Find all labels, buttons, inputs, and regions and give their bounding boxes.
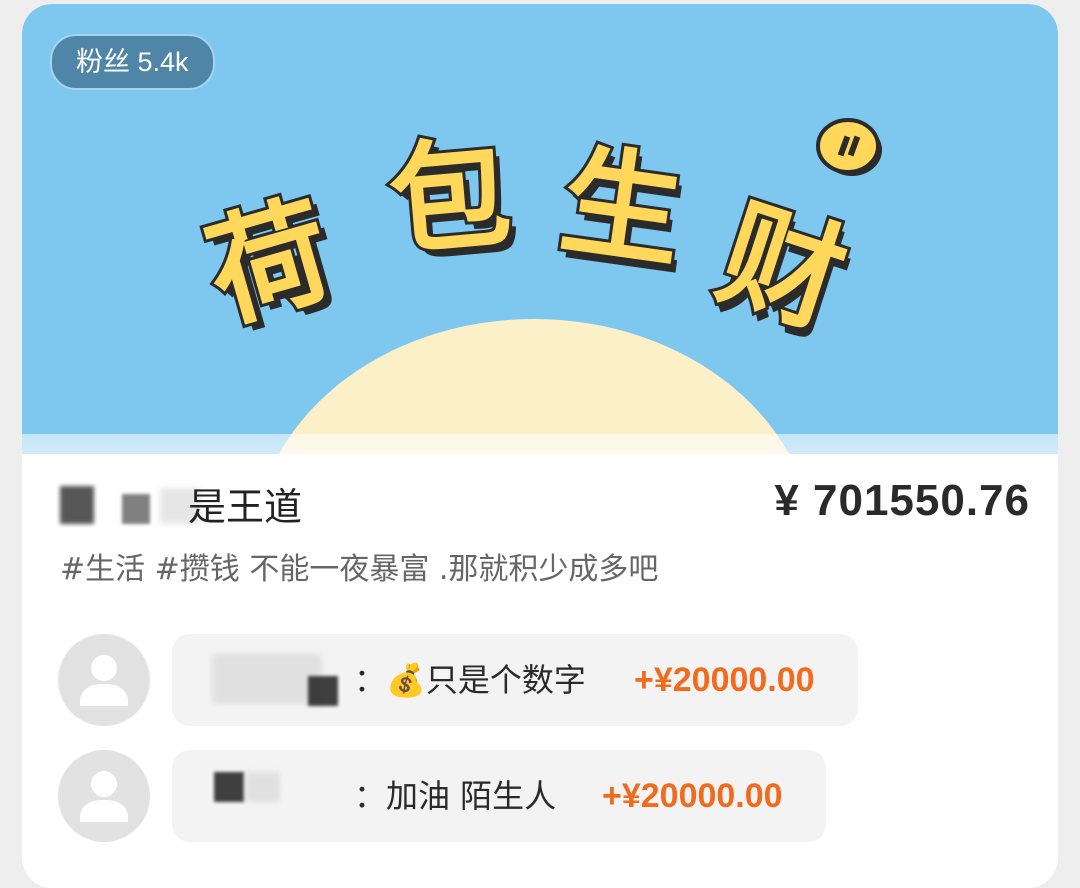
title-char-2: 包 — [381, 121, 519, 276]
fund-card[interactable]: 粉丝 5.4k 荷 包 生 财 是王道 ¥ 701550.76 #生活 #攒钱 … — [22, 4, 1058, 888]
cover-banner: 粉丝 5.4k 荷 包 生 财 — [22, 4, 1058, 454]
title-char-4: 财 — [701, 181, 864, 356]
user-avatar-icon — [80, 655, 128, 706]
user-avatar-icon — [80, 771, 128, 822]
redacted-block — [122, 494, 150, 524]
name-row: 是王道 ¥ 701550.76 — [60, 472, 1030, 536]
title-char-3: 生 — [550, 128, 694, 288]
redacted-block — [246, 772, 280, 802]
comment-text: ：💰只是个数字 — [354, 661, 586, 699]
comment-amount: +¥20000.00 — [634, 661, 815, 699]
comment-bubble[interactable]: ：💰只是个数字 +¥20000.00 — [172, 634, 858, 726]
title-char-1: 荷 — [190, 177, 350, 350]
coin-icon — [816, 118, 882, 176]
redacted-block — [308, 676, 338, 706]
redacted-block — [212, 654, 322, 704]
fans-badge: 粉丝 5.4k — [50, 34, 215, 90]
comment-amount: +¥20000.00 — [602, 777, 783, 815]
owner-name: 是王道 — [188, 485, 303, 529]
redacted-block — [214, 772, 244, 802]
comment-text: ：加油 陌生人 — [354, 777, 557, 815]
redacted-block — [60, 486, 94, 524]
avatar[interactable] — [58, 750, 150, 842]
description: #生活 #攒钱 不能一夜暴富 .那就积少成多吧 — [60, 552, 659, 587]
avatar[interactable] — [58, 634, 150, 726]
comment-bubble[interactable]: ：加油 陌生人 +¥20000.00 — [172, 750, 826, 842]
total-amount: ¥ 701550.76 — [774, 476, 1030, 525]
